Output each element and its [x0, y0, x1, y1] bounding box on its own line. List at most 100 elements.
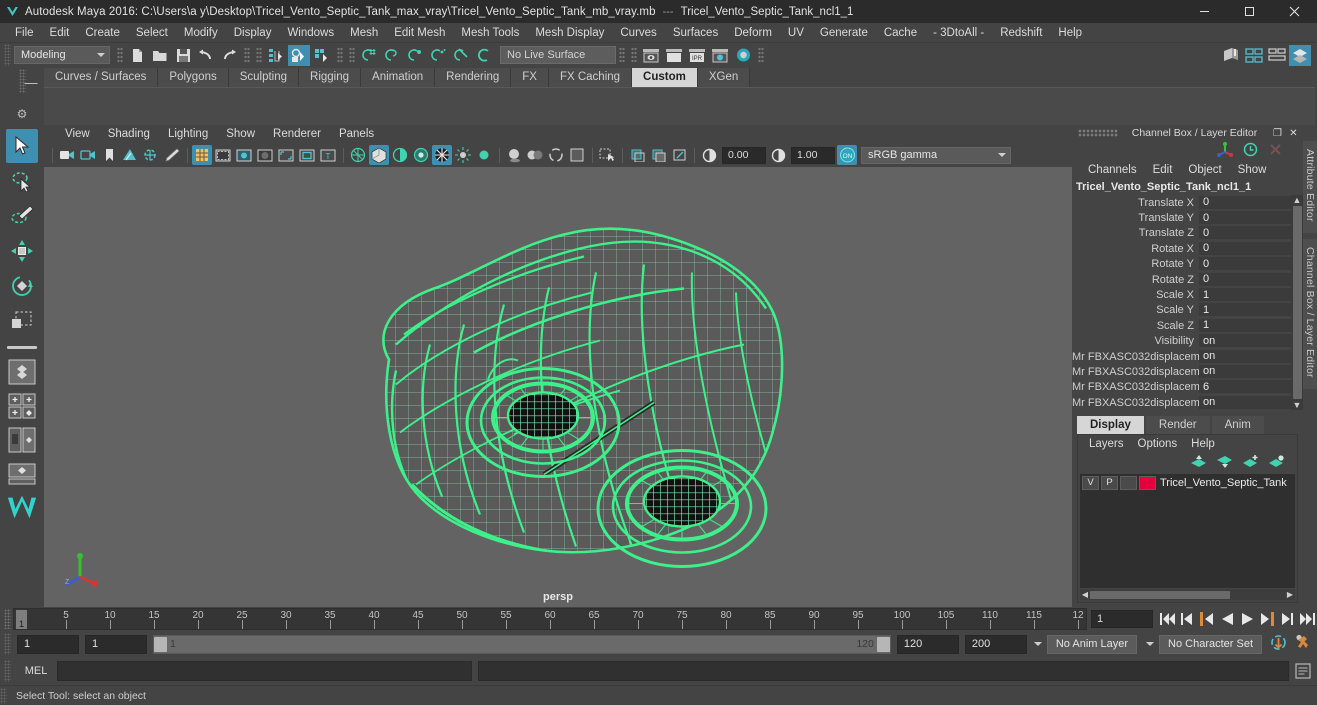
scroll-right-icon[interactable]: ▶	[1285, 590, 1295, 599]
anim-layer-dropdown[interactable]: No Anim Layer	[1046, 634, 1138, 654]
menu-cache[interactable]: Cache	[876, 23, 925, 43]
use-all-lights-icon[interactable]	[474, 145, 494, 165]
channel-row[interactable]: Scale Y 1	[1072, 303, 1291, 318]
menu-edit-mesh[interactable]: Edit Mesh	[386, 23, 453, 43]
texture-mode-icon[interactable]	[648, 145, 668, 165]
tab-render[interactable]: Render	[1145, 416, 1210, 435]
step-forward-keyframe-icon[interactable]	[1277, 609, 1297, 629]
shade-x-ray-icon[interactable]	[390, 145, 410, 165]
command-language-label[interactable]: MEL	[15, 665, 57, 677]
channel-row[interactable]: Mr FBXASC032displaceme... on	[1072, 364, 1291, 379]
rotate-tool[interactable]	[6, 269, 38, 303]
channel-value[interactable]: on	[1199, 334, 1291, 349]
layer-name[interactable]: Tricel_Vento_Septic_Tank	[1160, 477, 1287, 489]
channel-row[interactable]: Mr FBXASC032displaceme... 6	[1072, 380, 1291, 395]
step-forward-frame-icon[interactable]	[1257, 609, 1277, 629]
toolbar-grip[interactable]	[4, 44, 11, 66]
menu-mesh[interactable]: Mesh	[342, 23, 386, 43]
go-to-end-icon[interactable]	[1297, 609, 1317, 629]
channel-value[interactable]: on	[1199, 364, 1291, 379]
color-management-toggle-icon[interactable]: ON	[837, 145, 857, 165]
grease-pencil-icon[interactable]	[162, 145, 182, 165]
menu-uv[interactable]: UV	[780, 23, 812, 43]
screen-capture-icon[interactable]	[669, 145, 689, 165]
minimize-button[interactable]	[1182, 0, 1227, 23]
maximize-button[interactable]	[1227, 0, 1272, 23]
menu-curves[interactable]: Curves	[612, 23, 664, 43]
open-scene-icon[interactable]	[149, 45, 171, 66]
playback-end-field[interactable]: 120	[896, 634, 959, 654]
toggle-render-icon[interactable]	[732, 45, 754, 66]
channel-row[interactable]: Rotate Y 0	[1072, 257, 1291, 272]
shelf-tab-custom[interactable]: Custom	[632, 68, 698, 87]
menu-edit[interactable]: Edit	[42, 23, 78, 43]
shelf-tab-rigging[interactable]: Rigging	[299, 68, 362, 87]
command-output[interactable]	[478, 661, 1289, 681]
gamma-field[interactable]: 1.00	[791, 146, 835, 164]
snap-to-point-icon[interactable]	[404, 45, 426, 66]
safe-action-icon[interactable]	[297, 145, 317, 165]
hypergraph-icon[interactable]	[1220, 45, 1242, 66]
gamma-icon[interactable]	[768, 145, 788, 165]
menu-file[interactable]: File	[7, 23, 42, 43]
channel-row[interactable]: Translate X 0	[1072, 195, 1291, 210]
range-slider-grip[interactable]	[4, 633, 11, 655]
time-slider-grip[interactable]	[4, 609, 11, 629]
auto-keyframe-icon[interactable]	[1270, 634, 1287, 654]
go-to-start-icon[interactable]	[1157, 609, 1177, 629]
render-settings-icon[interactable]	[709, 45, 731, 66]
live-surface-field[interactable]: No Live Surface	[500, 46, 616, 64]
channel-value[interactable]: 0	[1199, 211, 1291, 226]
menu-create[interactable]: Create	[77, 23, 128, 43]
channel-value[interactable]: 0	[1199, 272, 1291, 287]
channel-row[interactable]: Translate Y 0	[1072, 210, 1291, 226]
layer-color-swatch[interactable]	[1139, 475, 1156, 490]
channel-row[interactable]: Rotate X 0	[1072, 241, 1291, 256]
step-back-keyframe-icon[interactable]	[1177, 609, 1197, 629]
channel-box-layer-editor-icon[interactable]	[1289, 44, 1311, 66]
shelf-tab-sculpting[interactable]: Sculpting	[228, 68, 300, 87]
menu-redshift[interactable]: Redshift	[992, 23, 1050, 43]
attribute-editor-icon[interactable]	[1266, 45, 1288, 66]
command-input[interactable]	[57, 661, 472, 681]
menu-deform[interactable]: Deform	[726, 23, 780, 43]
viewport-menu-lighting[interactable]: Lighting	[159, 124, 217, 144]
shelf-tab-polygons[interactable]: Polygons	[158, 68, 229, 87]
channel-value[interactable]: 6	[1199, 380, 1291, 395]
current-time-indicator[interactable]: 1	[16, 610, 27, 629]
chevron-down-icon[interactable]	[1146, 642, 1155, 646]
make-live-icon[interactable]	[473, 45, 495, 66]
image-plane-icon[interactable]	[120, 145, 140, 165]
bookmark-icon[interactable]	[99, 145, 119, 165]
four-view-layout[interactable]	[6, 391, 38, 421]
animation-start-field[interactable]: 1	[17, 634, 79, 654]
time-slider[interactable]: 1 5 10 15 20 25 30 35 40 45 50 55 60 65 70 75 80 85 90 95 1…	[13, 608, 1087, 630]
tab-anim[interactable]: Anim	[1211, 416, 1264, 435]
shelf-collapse-button[interactable]: —	[22, 73, 40, 91]
film-origin-icon[interactable]	[276, 145, 296, 165]
channel-row[interactable]: Mr FBXASC032displaceme... on	[1072, 395, 1291, 410]
shade-x-ray-joints-icon[interactable]	[411, 145, 431, 165]
wireframe-shading-icon[interactable]	[348, 145, 368, 165]
menu-set-dropdown[interactable]: Modeling	[14, 46, 110, 64]
snap-to-grid-icon[interactable]	[358, 45, 380, 66]
script-editor-icon[interactable]	[1293, 661, 1313, 681]
render-current-frame-icon[interactable]	[663, 45, 685, 66]
channel-box-menu-object[interactable]: Object	[1180, 160, 1229, 180]
x-ray-mode-icon[interactable]	[627, 145, 647, 165]
shelf-button-area[interactable]	[44, 87, 1315, 125]
save-scene-icon[interactable]	[172, 45, 194, 66]
channel-value[interactable]: on	[1199, 395, 1291, 410]
viewport-menu-renderer[interactable]: Renderer	[264, 124, 330, 144]
play-backwards-icon[interactable]	[1217, 609, 1237, 629]
menu-surfaces[interactable]: Surfaces	[665, 23, 726, 43]
channel-row[interactable]: Visibility on	[1072, 334, 1291, 349]
screen-space-ao-icon[interactable]	[525, 145, 545, 165]
move-tool[interactable]	[6, 234, 38, 268]
no-edit-icon[interactable]	[1268, 142, 1283, 160]
exposure-icon[interactable]	[699, 145, 719, 165]
channel-box-menu-edit[interactable]: Edit	[1145, 160, 1181, 180]
menu-help[interactable]: Help	[1050, 23, 1090, 43]
snap-to-view-plane-icon[interactable]	[450, 45, 472, 66]
layer-playback-toggle[interactable]: P	[1101, 475, 1118, 490]
